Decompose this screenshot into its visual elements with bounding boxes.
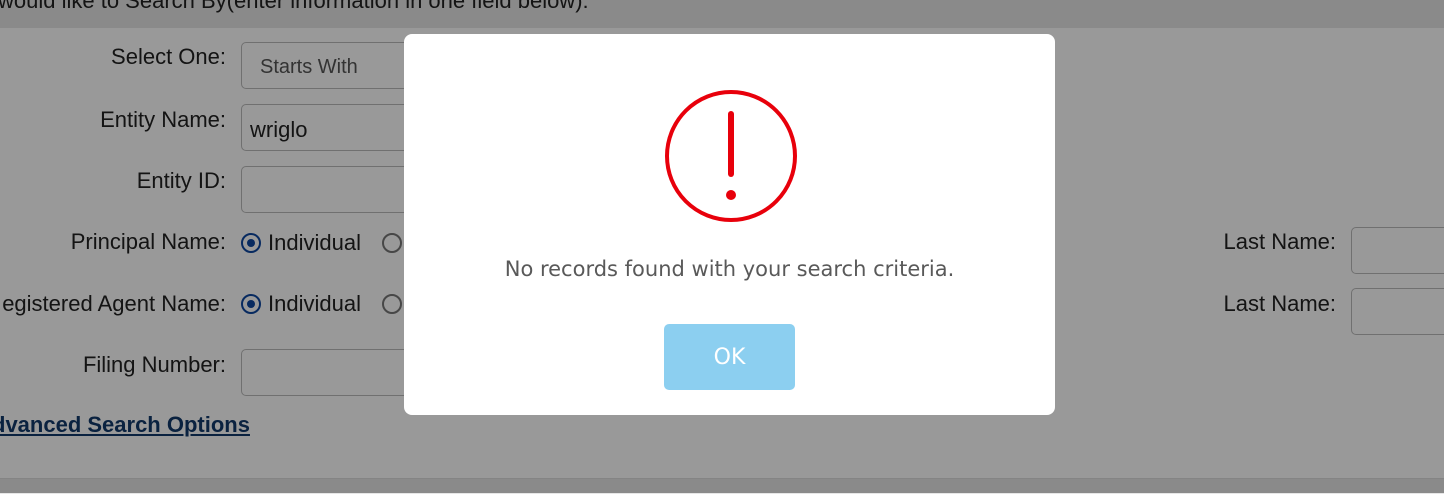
alert-dialog: No records found with your search criter… <box>404 34 1055 415</box>
alert-message: No records found with your search criter… <box>504 257 955 281</box>
exclamation-circle-icon <box>665 90 797 222</box>
ok-button[interactable]: OK <box>664 324 795 390</box>
